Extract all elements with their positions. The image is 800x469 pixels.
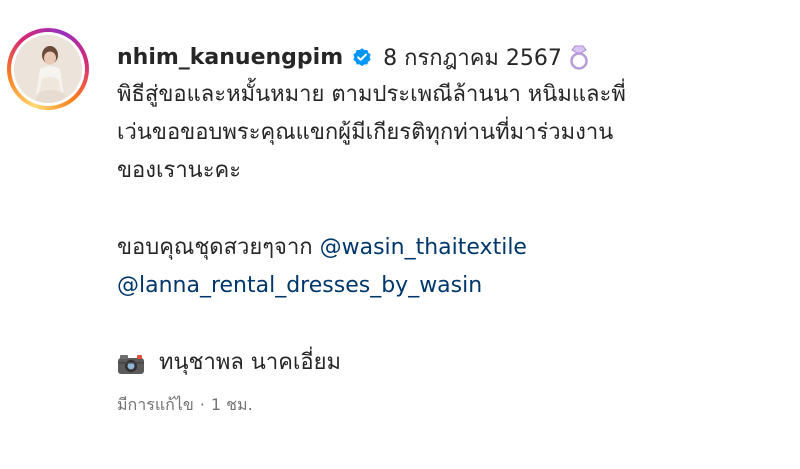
avatar-image-icon xyxy=(14,35,82,103)
timestamp-link[interactable]: 1 ชม. xyxy=(211,395,253,414)
mention-line: @lanna_rental_dresses_by_wasin xyxy=(117,267,777,305)
username-link[interactable]: nhim_kanuengpim xyxy=(117,45,343,70)
instagram-comment: nhim_kanuengpim 8 กรกฎาคม 2567 พิธีสู่ขอ… xyxy=(0,0,800,469)
thanks-text: ขอบคุณชุดสวยๆจาก xyxy=(117,235,313,260)
comment-body: nhim_kanuengpim 8 กรกฎาคม 2567 พิธีสู่ขอ… xyxy=(117,38,777,418)
avatar-photo xyxy=(14,35,82,103)
caption-line: เว่นขอขอบพระคุณแขกผู้มีเกียรติทุกท่านที่… xyxy=(117,120,614,145)
caption-line: พิธีสู่ขอและหมั้นหมาย ตามประเพณีล้านนา ห… xyxy=(117,82,626,107)
caption-line: ของเรานะคะ xyxy=(117,158,242,183)
photographer-credit: ทนุชาพล นาคเอี่ยม xyxy=(117,344,777,382)
mention-link-lanna-rental[interactable]: @lanna_rental_dresses_by_wasin xyxy=(117,273,482,298)
ring-emoji-icon xyxy=(568,43,590,71)
post-date: 8 กรกฎาคม 2567 xyxy=(383,45,562,71)
mention-link-wasin-thaitextile[interactable]: @wasin_thaitextile xyxy=(320,235,527,260)
verified-badge-icon xyxy=(351,46,373,68)
camera-icon xyxy=(117,351,145,375)
avatar-border xyxy=(11,32,85,106)
edited-label: มีการแก้ไข xyxy=(117,395,194,414)
avatar[interactable] xyxy=(7,28,89,110)
comment-footer: มีการแก้ไข · 1 ชม. xyxy=(117,392,777,418)
comment-header: nhim_kanuengpim 8 กรกฎาคม 2567 xyxy=(117,38,777,76)
separator-dot: · xyxy=(199,395,205,414)
photographer-name: ทนุชาพล นาคเอี่ยม xyxy=(159,350,342,375)
caption: พิธีสู่ขอและหมั้นหมาย ตามประเพณีล้านนา ห… xyxy=(117,76,777,305)
thanks-line: ขอบคุณชุดสวยๆจาก @wasin_thaitextile xyxy=(117,229,777,267)
